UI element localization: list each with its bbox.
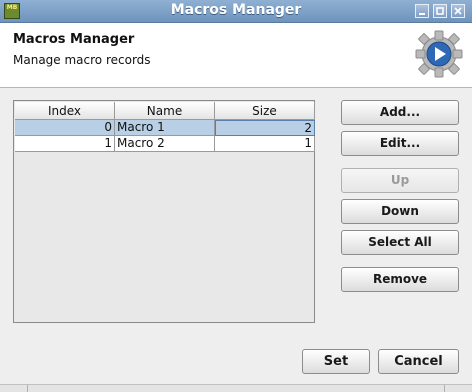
dialog-header: Macros Manager Manage macro records <box>0 23 472 88</box>
select-all-button[interactable]: Select All <box>341 230 459 255</box>
column-header-index[interactable]: Index <box>15 102 115 120</box>
cell-name[interactable]: Macro 2 <box>115 136 215 152</box>
close-button[interactable] <box>451 4 465 18</box>
edit-button[interactable]: Edit... <box>341 131 459 156</box>
table-header: Index Name Size <box>15 102 315 120</box>
column-header-name[interactable]: Name <box>115 102 215 120</box>
header-title: Macros Manager <box>13 32 135 47</box>
maximize-icon <box>436 7 444 15</box>
add-button[interactable]: Add... <box>341 100 459 125</box>
table-row[interactable]: 0 Macro 1 2 <box>15 120 315 136</box>
close-icon <box>454 7 462 15</box>
macros-table[interactable]: Index Name Size 0 Macro 1 2 1 Macro 2 1 <box>13 100 315 323</box>
set-button[interactable]: Set <box>302 349 370 374</box>
minimize-icon <box>419 13 425 15</box>
title-bar[interactable]: MB Macros Manager <box>0 0 472 23</box>
cancel-button[interactable]: Cancel <box>378 349 459 374</box>
minimize-button[interactable] <box>415 4 429 18</box>
cell-size[interactable]: 2 <box>215 120 315 136</box>
cell-index[interactable]: 0 <box>15 120 115 136</box>
maximize-button[interactable] <box>433 4 447 18</box>
cell-index[interactable]: 1 <box>15 136 115 152</box>
macro-play-icon <box>415 30 463 78</box>
cell-size[interactable]: 1 <box>215 136 315 152</box>
remove-button[interactable]: Remove <box>341 267 459 292</box>
window-title: Macros Manager <box>170 2 302 18</box>
table-row[interactable]: 1 Macro 2 1 <box>15 136 315 152</box>
cell-name[interactable]: Macro 1 <box>115 120 215 136</box>
header-subtitle: Manage macro records <box>13 53 151 67</box>
down-button[interactable]: Down <box>341 199 459 224</box>
column-header-size[interactable]: Size <box>215 102 315 120</box>
up-button[interactable]: Up <box>341 168 459 193</box>
